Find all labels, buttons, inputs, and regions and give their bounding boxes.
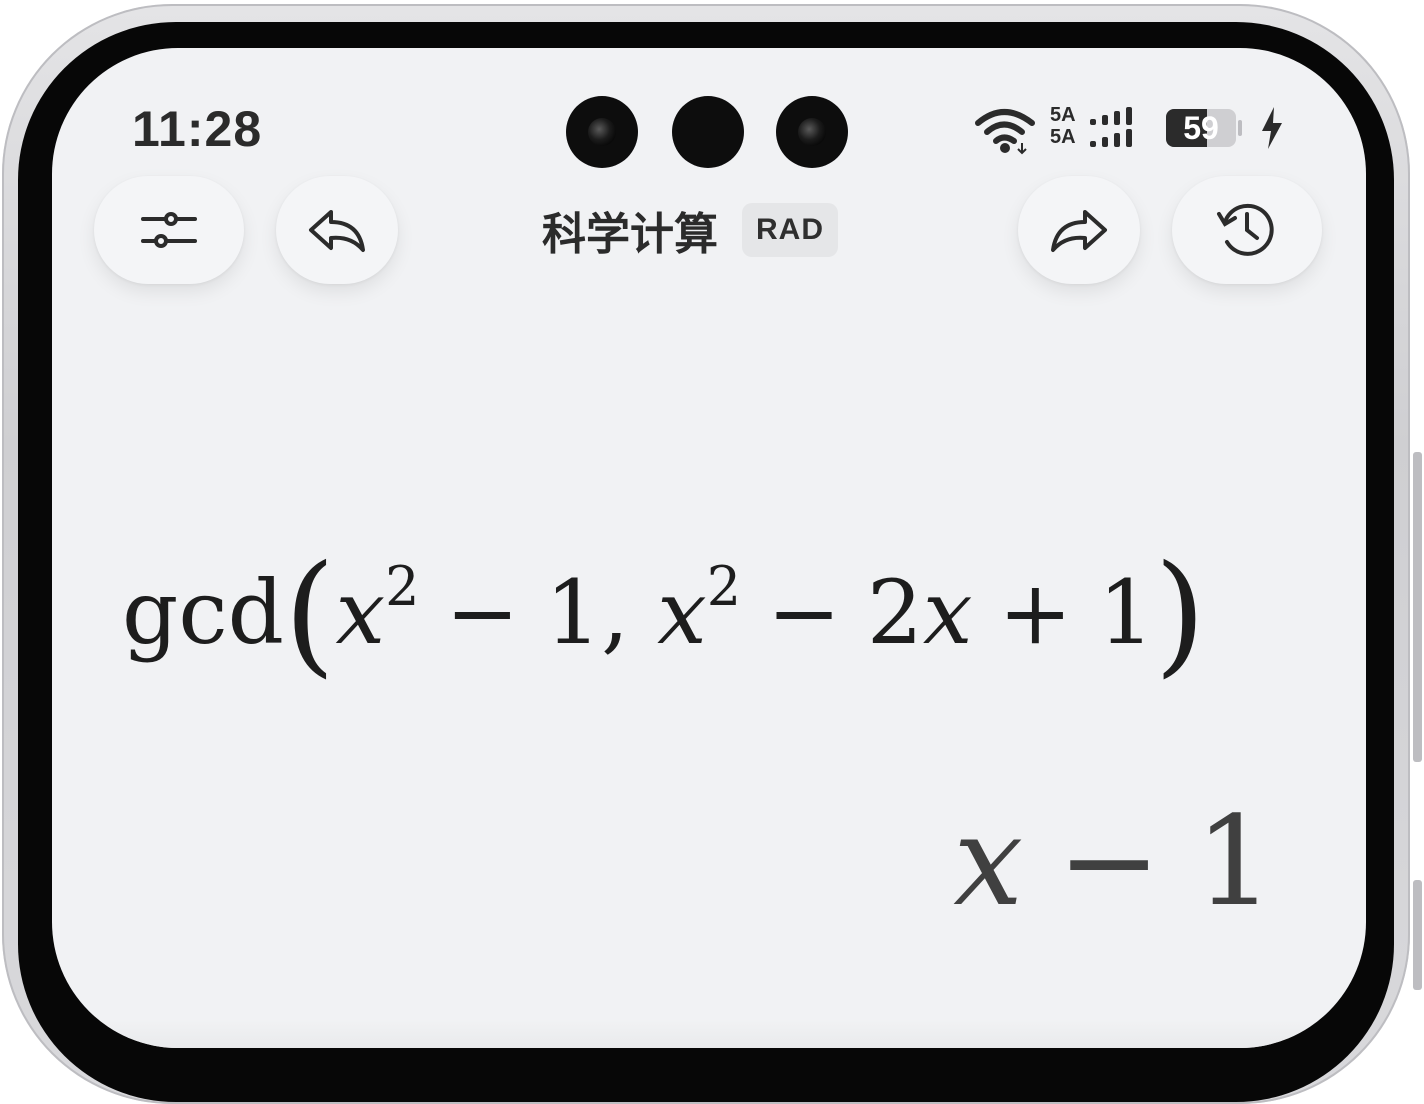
- expr-operator: +: [998, 561, 1073, 664]
- result-var: x: [953, 790, 1024, 934]
- battery-icon: 59: [1166, 109, 1236, 147]
- expression-display[interactable]: gcd(x2−1, x2−2x +1): [122, 548, 1206, 680]
- expr-constant: 1,: [545, 561, 630, 664]
- expr-coefficient: 2: [866, 561, 923, 664]
- status-time: 11:28: [132, 101, 263, 157]
- camera-center-icon: [672, 96, 744, 168]
- battery-percent: 59: [1183, 110, 1219, 146]
- keypad-edge: [52, 1020, 1366, 1048]
- calculator-screen: 11:28 5A 5A 59 科学计算 RAD gcd(x2 − 1, x2 −…: [52, 48, 1366, 1048]
- result-operator: −: [1057, 790, 1162, 934]
- wifi-icon: [975, 109, 1035, 155]
- redo-button[interactable]: [1018, 176, 1140, 284]
- result-display: x −1: [953, 800, 1274, 924]
- charging-bolt-icon: [1262, 107, 1282, 149]
- settings-button[interactable]: [94, 176, 244, 284]
- history-button[interactable]: [1172, 176, 1322, 284]
- page-title: 科学计算: [542, 209, 718, 260]
- signal-icon: [1090, 107, 1132, 147]
- title-group: 科学计算 RAD: [542, 198, 838, 262]
- expr-constant: 1: [1098, 561, 1155, 664]
- expr-operator: −: [445, 561, 520, 664]
- power-button: [1413, 880, 1422, 990]
- expr-operator: −: [767, 561, 841, 664]
- angle-mode-badge[interactable]: RAD: [742, 203, 838, 257]
- expr-exponent: 2: [385, 555, 420, 618]
- network-label-bottom: 5A: [1050, 126, 1076, 148]
- camera-right-icon: [776, 96, 848, 168]
- camera-left-icon: [566, 96, 638, 168]
- network-label-top: 5A: [1050, 104, 1076, 126]
- sliders-icon: [141, 212, 197, 248]
- status-icons: 5A 5A 59: [974, 103, 1294, 155]
- expr-function: gcd: [122, 561, 284, 664]
- redo-icon: [1051, 210, 1107, 252]
- expr-var: x: [657, 561, 707, 664]
- battery-tip: [1238, 120, 1242, 136]
- history-icon: [1217, 203, 1274, 256]
- undo-button[interactable]: [276, 176, 398, 284]
- undo-icon: [309, 210, 365, 252]
- volume-button: [1413, 452, 1422, 762]
- expr-exponent: 2: [706, 555, 742, 618]
- expr-var: x: [335, 561, 386, 664]
- result-constant: 1: [1195, 790, 1274, 934]
- expr-close-paren: ): [1154, 537, 1206, 691]
- expr-var: x: [922, 561, 973, 664]
- expr-open-paren: (: [283, 537, 336, 691]
